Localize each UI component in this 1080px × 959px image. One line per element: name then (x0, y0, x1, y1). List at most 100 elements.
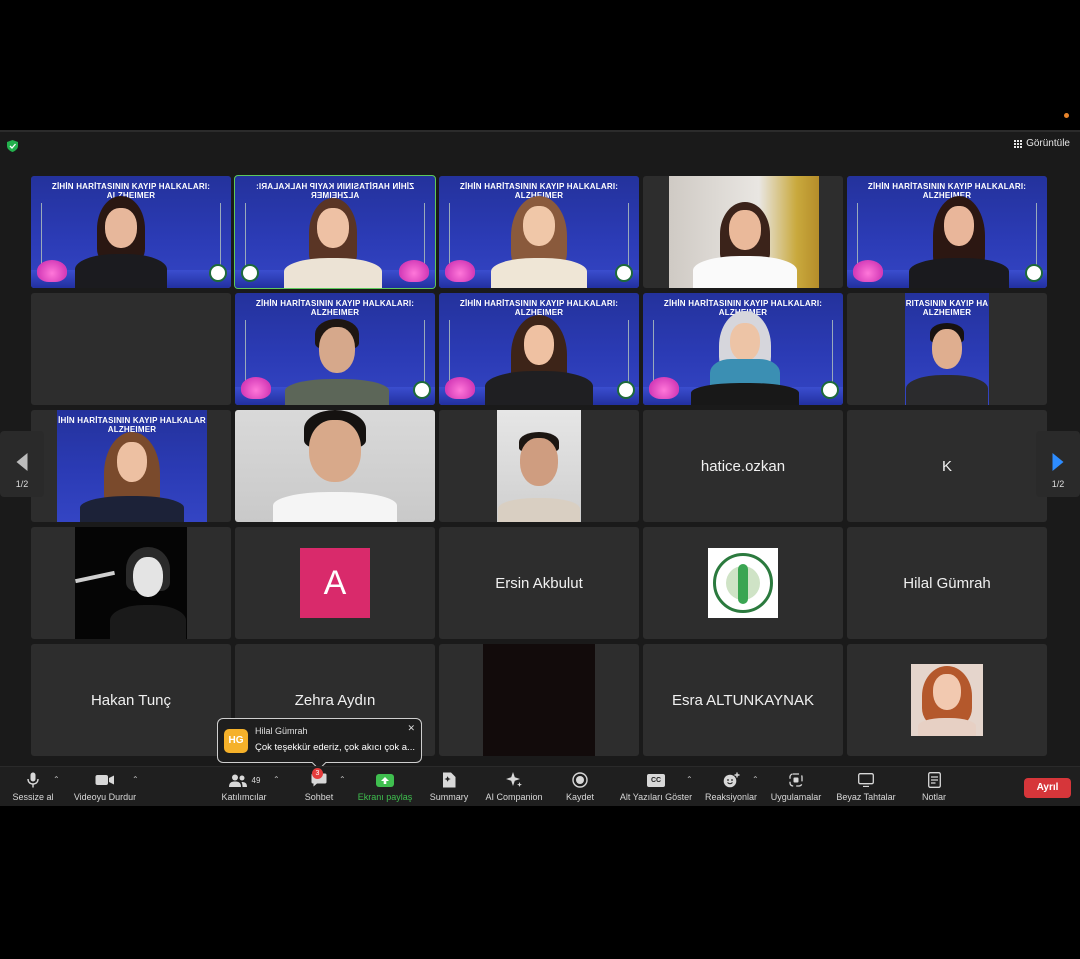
chevron-up-icon[interactable]: ⌃ (339, 775, 346, 784)
participant-video (907, 190, 1011, 288)
participant-tile-hilal[interactable]: Hilal Gümrah (847, 527, 1047, 639)
notes-icon (927, 772, 941, 788)
video-tile-empty[interactable] (31, 293, 231, 405)
zoom-meeting-window: Görüntüle ZİHİN HARİTASININ KAYIP HALKAL… (0, 130, 1080, 806)
record-button[interactable]: Kaydet (560, 771, 600, 802)
presentation-banner: ZİHİN HARİTASININ KAYIP HALKALARI:ALZHEI… (31, 176, 231, 288)
participant-name: Hilal Gümrah (903, 574, 991, 592)
presentation-banner: ZİHİN HARİTASININ KAYIP HALKALARI:ALZHEI… (439, 293, 639, 405)
video-tile[interactable]: ZİHİN HARİTASININ KAYIP HALKALARI:ALZHEI… (643, 293, 843, 405)
university-seal (241, 264, 259, 282)
summary-button[interactable]: Summary (426, 771, 472, 802)
video-tile[interactable]: İHİN HARİTASININ KAYIP HALKALAR ALZHEIMER (31, 410, 231, 522)
university-seal (617, 381, 635, 399)
chevron-left-icon (16, 453, 28, 471)
video-tile[interactable]: RITASININ KAYIP HA ALZHEIMER (847, 293, 1047, 405)
show-captions-button[interactable]: CC Alt Yazıları Göster (616, 771, 696, 802)
security-shield-icon[interactable] (7, 140, 18, 152)
participant-tile-photo[interactable] (31, 527, 231, 639)
university-seal (821, 381, 839, 399)
close-icon[interactable]: ✕ (407, 723, 415, 734)
participant-video (283, 192, 383, 288)
video-gallery: ZİHİN HARİTASININ KAYIP HALKALARI: ALZHEI… (31, 175, 1049, 756)
leave-button[interactable]: Ayrıl (1024, 778, 1071, 798)
video-camera-icon (95, 775, 114, 785)
university-seal (209, 264, 227, 282)
presentation-banner: ZİHİN HARİTASININ KAYIP HALKALARI:ALZHEI… (235, 176, 435, 288)
grid-view-icon (1014, 139, 1023, 148)
previous-page-button[interactable]: 1/2 (0, 431, 44, 497)
notes-button[interactable]: Notlar (916, 771, 952, 802)
presentation-banner: ZİHİN HARİTASININ KAYIP HALKALARI:ALZHEI… (439, 176, 639, 288)
sender-name: Hilal Gümrah (255, 726, 308, 736)
participant-video (669, 176, 819, 288)
participant-tile-k[interactable]: K (847, 410, 1047, 522)
video-tile[interactable] (235, 410, 435, 522)
unread-badge: 3 (312, 768, 323, 779)
video-tile-active-speaker[interactable]: ZİHİN HARİTASININ KAYIP HALKALARI: ALZHEI… (234, 175, 436, 289)
participant-tile-hatice[interactable]: hatice.ozkan (643, 410, 843, 522)
video-tile-dark[interactable] (439, 644, 639, 756)
mute-button[interactable]: Sessize al (8, 771, 58, 802)
ai-companion-button[interactable]: AI Companion (482, 771, 546, 802)
chat-notification[interactable]: HG Hilal Gümrah Çok teşekkür ederiz, çok… (217, 718, 422, 771)
chevron-up-icon[interactable]: ⌃ (132, 775, 139, 784)
share-screen-button[interactable]: Ekranı paylaş (356, 771, 414, 802)
apps-button[interactable]: Uygulamalar (768, 771, 824, 802)
video-tile[interactable]: ZİHİN HARİTASININ KAYIP HALKALARI:ALZHEI… (847, 176, 1047, 288)
page-indicator: 1/2 (1051, 479, 1065, 489)
flower-graphic (445, 260, 475, 282)
profile-photo (911, 664, 983, 736)
video-tile[interactable]: ZİHİN HARİTASININ KAYIP HALKALARI:ALZHEI… (439, 293, 639, 405)
chevron-up-icon[interactable]: ⌃ (273, 775, 280, 784)
meeting-toolbar: Sessize al ⌃ Videoyu Durdur ⌃ 49 Katılım… (0, 766, 1080, 806)
participant-name: Esra ALTUNKAYNAK (672, 691, 814, 709)
participant-tile-esra[interactable]: Esra ALTUNKAYNAK (643, 644, 843, 756)
participant-video (283, 317, 391, 405)
stop-video-button[interactable]: Videoyu Durdur (70, 771, 140, 802)
university-seal (413, 381, 431, 399)
participant-tile-photo[interactable] (847, 644, 1047, 756)
video-tile[interactable] (643, 176, 843, 288)
flower-graphic (445, 377, 475, 399)
page-indicator: 1/2 (15, 479, 29, 489)
chat-button[interactable]: 3 Sohbet (300, 768, 338, 802)
chevron-right-icon (1052, 453, 1064, 471)
document-summary-icon (443, 772, 456, 788)
participant-tile-logo[interactable] (643, 527, 843, 639)
whiteboard-icon (858, 773, 874, 787)
participant-video (905, 323, 989, 405)
participant-tile-a[interactable]: A (235, 527, 435, 639)
participant-tile-hakan[interactable]: Hakan Tunç (31, 644, 231, 756)
presentation-banner: İHİN HARİTASININ KAYIP HALKALAR ALZHEIMER (57, 410, 207, 522)
view-button[interactable]: Görüntüle (1014, 138, 1070, 149)
participant-video (79, 426, 185, 522)
participant-name: Ersin Akbulut (495, 574, 583, 592)
flower-graphic (37, 260, 67, 282)
presentation-banner: RITASININ KAYIP HA ALZHEIMER (905, 293, 989, 405)
chevron-up-icon[interactable]: ⌃ (752, 775, 759, 784)
whiteboards-button[interactable]: Beyaz Tahtalar (832, 771, 900, 802)
participants-icon (228, 774, 247, 787)
participant-name: Hakan Tunç (90, 691, 172, 709)
participants-button[interactable]: 49 Katılımcılar (216, 771, 272, 802)
closed-captions-icon: CC (647, 773, 665, 787)
club-logo (708, 548, 778, 618)
record-icon (572, 772, 588, 788)
emoji-plus-icon (723, 772, 739, 788)
video-tile[interactable]: ZİHİN HARİTASININ KAYIP HALKALARI:ALZHEI… (31, 176, 231, 288)
chevron-up-icon[interactable]: ⌃ (53, 775, 60, 784)
presentation-banner: ZİHİN HARİTASININ KAYIP HALKALARI:ALZHEI… (847, 176, 1047, 288)
participant-name: hatice.ozkan (700, 457, 786, 475)
participant-video (483, 644, 595, 756)
participant-tile-ersin[interactable]: Ersin Akbulut (439, 527, 639, 639)
chevron-up-icon[interactable]: ⌃ (686, 775, 693, 784)
video-tile[interactable]: ZİHİN HARİTASININ KAYIP HALKALARI:ALZHEI… (235, 293, 435, 405)
next-page-button[interactable]: 1/2 (1036, 431, 1080, 497)
sparkle-icon (506, 772, 522, 787)
video-tile[interactable] (439, 410, 639, 522)
video-tile[interactable]: ZİHİN HARİTASININ KAYIP HALKALARI:ALZHEI… (439, 176, 639, 288)
avatar: A (300, 548, 370, 618)
participant-video (489, 192, 589, 288)
sender-avatar: HG (224, 729, 248, 753)
